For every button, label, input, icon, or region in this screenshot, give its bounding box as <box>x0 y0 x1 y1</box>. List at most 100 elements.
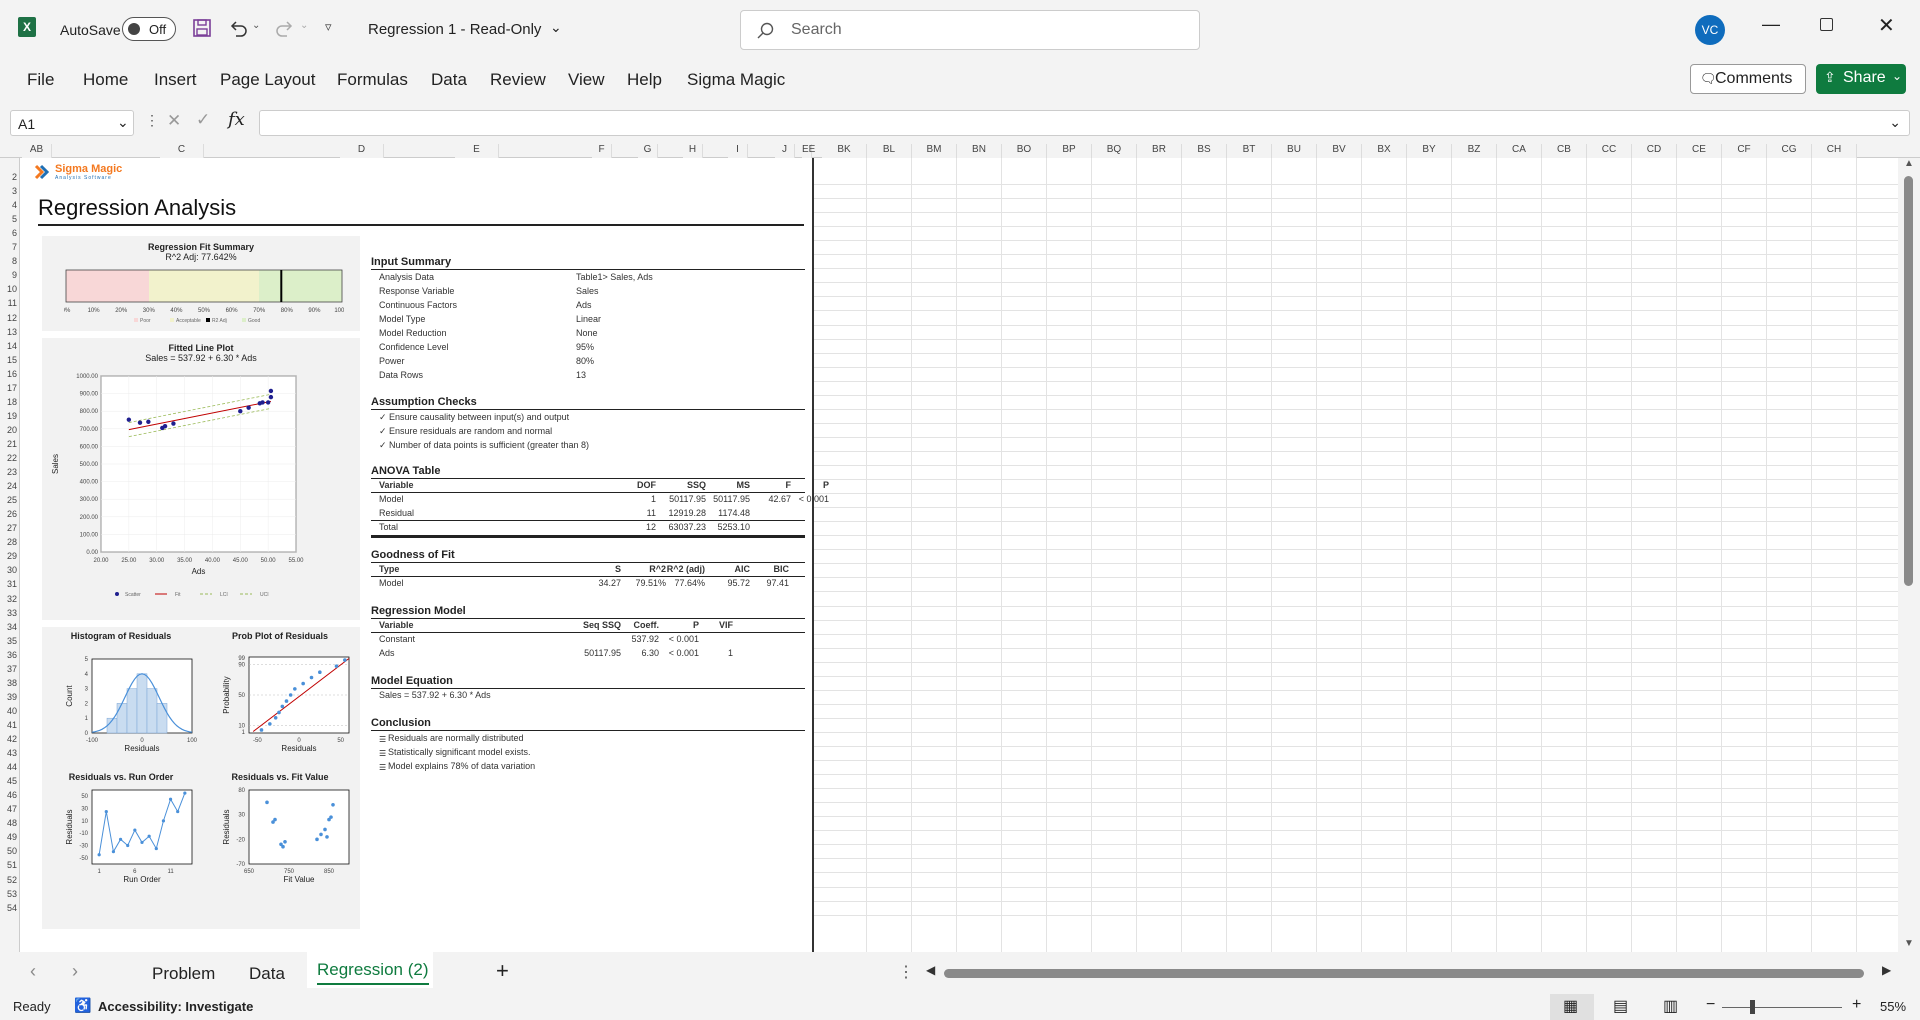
column-header[interactable]: EE <box>802 144 815 158</box>
row-header[interactable]: 52 <box>0 875 20 885</box>
add-sheet-icon[interactable]: + <box>496 958 509 984</box>
row-header[interactable]: 20 <box>0 425 20 435</box>
row-header[interactable]: 18 <box>0 397 20 407</box>
vertical-scrollbar[interactable]: ▲ ▼ <box>1898 158 1920 952</box>
zoom-out-icon[interactable]: − <box>1706 996 1715 1014</box>
tab-file[interactable]: File <box>27 70 54 90</box>
name-box[interactable]: A1 ⌄ <box>10 110 134 136</box>
row-header[interactable]: 22 <box>0 453 20 463</box>
column-header[interactable]: BY <box>1407 144 1452 158</box>
row-header[interactable]: 16 <box>0 369 20 379</box>
row-header[interactable]: 28 <box>0 537 20 547</box>
tab-home[interactable]: Home <box>83 70 128 90</box>
page-layout-view-icon[interactable]: ▤ <box>1613 996 1628 1016</box>
tab-review[interactable]: Review <box>490 70 546 90</box>
autosave-toggle[interactable]: Off <box>122 17 176 41</box>
row-header[interactable]: 49 <box>0 832 20 842</box>
row-header[interactable]: 39 <box>0 692 20 702</box>
column-header[interactable]: BO <box>1002 144 1047 158</box>
hscroll-right-icon[interactable]: ▶ <box>1882 963 1891 977</box>
row-header[interactable]: 31 <box>0 579 20 589</box>
row-header[interactable]: 7 <box>0 242 20 252</box>
customize-qat-icon[interactable]: ▿ <box>325 19 332 35</box>
row-header[interactable]: 45 <box>0 776 20 786</box>
column-header[interactable]: I <box>728 144 748 158</box>
column-header[interactable]: BN <box>957 144 1002 158</box>
row-header[interactable]: 26 <box>0 509 20 519</box>
column-header[interactable]: H <box>683 144 703 158</box>
column-header[interactable]: AB <box>22 144 52 158</box>
formula-input[interactable]: ⌄ <box>259 110 1910 136</box>
column-header[interactable]: BX <box>1362 144 1407 158</box>
column-header[interactable]: CB <box>1542 144 1587 158</box>
scroll-up-icon[interactable]: ▲ <box>1904 158 1914 169</box>
zoom-in-icon[interactable]: + <box>1852 996 1861 1014</box>
row-header[interactable]: 32 <box>0 594 20 604</box>
redo-dropdown-icon[interactable]: ⌄ <box>300 20 308 31</box>
avatar[interactable]: VC <box>1695 15 1725 45</box>
column-header[interactable]: BZ <box>1452 144 1497 158</box>
row-header[interactable]: 14 <box>0 341 20 351</box>
column-header[interactable]: CA <box>1497 144 1542 158</box>
tab-formulas[interactable]: Formulas <box>337 70 408 90</box>
column-header[interactable]: CG <box>1767 144 1812 158</box>
column-header[interactable]: BL <box>867 144 912 158</box>
column-header[interactable]: CH <box>1812 144 1857 158</box>
row-header[interactable]: 54 <box>0 903 20 913</box>
row-header[interactable]: 8 <box>0 256 20 266</box>
column-header[interactable]: E <box>455 144 499 158</box>
column-header[interactable]: BP <box>1047 144 1092 158</box>
sheet-tab-data[interactable]: Data <box>249 964 285 984</box>
row-header[interactable]: 51 <box>0 860 20 870</box>
row-header[interactable]: 6 <box>0 228 20 238</box>
row-header[interactable]: 3 <box>0 186 20 196</box>
sheet-tab-regression-2[interactable]: Regression (2) <box>317 960 429 980</box>
undo-dropdown-icon[interactable]: ⌄ <box>252 20 260 31</box>
row-header[interactable]: 46 <box>0 790 20 800</box>
prev-sheet-icon[interactable]: ‹ <box>30 961 36 982</box>
column-header[interactable]: BU <box>1272 144 1317 158</box>
tab-insert[interactable]: Insert <box>154 70 197 90</box>
column-header[interactable]: BM <box>912 144 957 158</box>
tab-view[interactable]: View <box>568 70 605 90</box>
tab-data[interactable]: Data <box>431 70 467 90</box>
zoom-slider-thumb[interactable] <box>1750 1000 1755 1014</box>
insert-function-button[interactable]: fx <box>228 109 245 130</box>
column-header[interactable]: BS <box>1182 144 1227 158</box>
column-header[interactable]: CF <box>1722 144 1767 158</box>
row-header[interactable]: 48 <box>0 818 20 828</box>
zoom-level[interactable]: 55% <box>1880 999 1906 1014</box>
row-header[interactable]: 37 <box>0 664 20 674</box>
column-header[interactable]: BR <box>1137 144 1182 158</box>
row-header[interactable]: 24 <box>0 481 20 491</box>
row-header[interactable]: 21 <box>0 439 20 449</box>
normal-view-icon[interactable]: ▦ <box>1563 996 1578 1016</box>
row-header[interactable]: 29 <box>0 551 20 561</box>
column-header[interactable]: F <box>592 144 612 158</box>
row-header[interactable]: 47 <box>0 804 20 814</box>
row-header[interactable]: 41 <box>0 720 20 730</box>
column-header[interactable]: D <box>340 144 384 158</box>
row-header[interactable]: 27 <box>0 523 20 533</box>
zoom-slider-track[interactable] <box>1722 1007 1842 1008</box>
column-header[interactable]: J <box>775 144 795 158</box>
row-header[interactable]: 4 <box>0 200 20 210</box>
row-header[interactable]: 53 <box>0 889 20 899</box>
worksheet-grid[interactable]: AB C D E F G H I J EE BK BL BM BN BO BP BQ BR BS BT BU BV BX B… <box>0 144 1920 952</box>
undo-icon[interactable] <box>228 18 248 38</box>
row-header[interactable]: 10 <box>0 284 20 294</box>
row-header[interactable]: 5 <box>0 214 20 224</box>
tab-splitter-icon[interactable]: ⋮ <box>898 962 914 982</box>
row-header[interactable]: 9 <box>0 270 20 280</box>
row-header[interactable]: 35 <box>0 636 20 646</box>
row-header[interactable]: 50 <box>0 846 20 856</box>
row-header[interactable]: 40 <box>0 706 20 716</box>
hscroll-left-icon[interactable]: ◀ <box>926 963 935 977</box>
column-header[interactable]: BT <box>1227 144 1272 158</box>
column-header[interactable]: CD <box>1632 144 1677 158</box>
row-header[interactable]: 34 <box>0 622 20 632</box>
row-header[interactable]: 12 <box>0 313 20 323</box>
restore-icon[interactable] <box>1820 18 1833 31</box>
column-header[interactable]: BK <box>822 144 867 158</box>
confirm-entry-icon[interactable]: ✓ <box>196 110 210 130</box>
